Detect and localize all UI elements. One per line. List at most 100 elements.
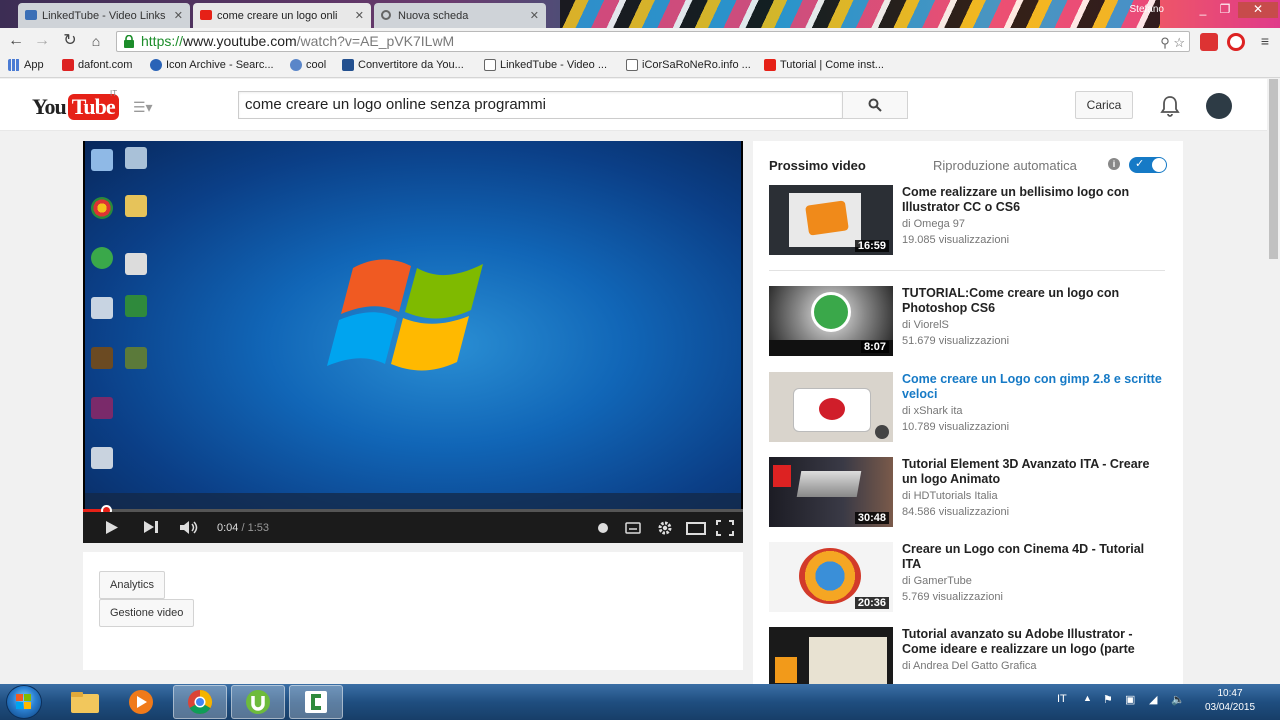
video-title[interactable]: TUTORIAL:Come creare un logo con Photosh… xyxy=(902,286,1162,316)
fullscreen-icon[interactable] xyxy=(716,520,734,536)
profile-name[interactable]: Stefano xyxy=(1130,4,1164,15)
scrollbar-thumb[interactable] xyxy=(1269,79,1278,259)
video-manager-button[interactable]: Gestione video xyxy=(99,599,195,627)
video-channel[interactable]: di Andrea Del Gatto Grafica xyxy=(902,660,1037,672)
video-title[interactable]: Tutorial avanzato su Adobe Illustrator -… xyxy=(902,627,1162,657)
zoom-icon[interactable]: ⚲ xyxy=(1160,35,1170,50)
close-tab-icon[interactable]: ✕ xyxy=(530,9,539,22)
user-avatar[interactable] xyxy=(1206,93,1232,119)
related-video[interactable]: Come creare un Logo con gimp 2.8 e scrit… xyxy=(769,372,1169,444)
desktop-minecraft-icon xyxy=(125,347,147,369)
volume-tray-icon[interactable]: 🔈 xyxy=(1171,693,1185,706)
address-bar[interactable]: https://www.youtube.com/watch?v=AE_pVK7I… xyxy=(116,31,1190,52)
related-video[interactable]: 16:59 Come realizzare un bellisimo logo … xyxy=(769,185,1169,257)
video-thumbnail[interactable]: 8:07 xyxy=(769,286,893,356)
video-channel[interactable]: di Omega 97 xyxy=(902,218,965,230)
watch-later-icon[interactable] xyxy=(875,425,889,439)
desktop-camtasia-icon xyxy=(125,295,147,317)
tab-linkedtube[interactable]: LinkedTube - Video Links ✕ xyxy=(18,3,190,28)
video-thumbnail[interactable]: 20:36 xyxy=(769,542,893,612)
thumbnail-art xyxy=(809,637,887,686)
bookmark-linkedtube[interactable]: LinkedTube - Video ... xyxy=(484,59,607,71)
bookmark-convertitore[interactable]: Convertitore da You... xyxy=(342,59,464,71)
video-title[interactable]: Come realizzare un bellisimo logo con Il… xyxy=(902,185,1162,215)
bookmark-star-icon[interactable]: ☆ xyxy=(1173,35,1185,50)
annotations-icon[interactable] xyxy=(597,522,609,534)
taskbar-chrome[interactable] xyxy=(173,685,227,719)
taskbar-media-player[interactable] xyxy=(114,685,168,719)
chrome-menu-icon[interactable]: ≡ xyxy=(1255,31,1275,51)
forward-arrow-icon[interactable]: → xyxy=(32,31,52,51)
volume-icon[interactable] xyxy=(179,520,199,535)
page-scrollbar[interactable] xyxy=(1267,79,1280,685)
video-duration: 30:48 xyxy=(854,512,889,524)
theater-mode-icon[interactable] xyxy=(686,522,706,535)
settings-gear-icon[interactable] xyxy=(657,520,673,536)
adblock-extension-icon[interactable] xyxy=(1200,33,1218,51)
video-thumbnail[interactable] xyxy=(769,627,893,686)
related-video[interactable]: Tutorial avanzato su Adobe Illustrator -… xyxy=(769,627,1169,686)
video-player[interactable]: 0:04 / 1:53 xyxy=(83,141,743,543)
bookmark-iconarchive[interactable]: Icon Archive - Searc... xyxy=(150,59,274,71)
search-input[interactable]: come creare un logo online senza program… xyxy=(238,91,842,119)
system-clock[interactable]: 10:47 03/04/2015 xyxy=(1198,687,1262,715)
video-channel[interactable]: di ViorelS xyxy=(902,319,949,331)
video-title[interactable]: Tutorial Element 3D Avanzato ITA - Crear… xyxy=(902,457,1162,487)
next-video-icon[interactable] xyxy=(143,520,159,534)
close-tab-icon[interactable]: ✕ xyxy=(174,9,183,22)
bookmarks-bar: App dafont.com Icon Archive - Searc... c… xyxy=(0,54,1280,78)
youtube-logo[interactable]: You Tube IT xyxy=(32,89,119,121)
bookmark-apps[interactable]: App xyxy=(8,59,44,71)
info-icon[interactable]: i xyxy=(1108,158,1120,170)
action-center-flag-icon[interactable]: ⚑ xyxy=(1103,693,1113,706)
captions-icon[interactable] xyxy=(625,522,641,534)
media-player-icon xyxy=(129,690,153,714)
back-arrow-icon[interactable]: ← xyxy=(6,31,26,51)
related-video[interactable]: 20:36 Creare un Logo con Cinema 4D - Tut… xyxy=(769,542,1169,614)
video-channel[interactable]: di HDTutorials Italia xyxy=(902,490,998,502)
video-thumbnail[interactable]: 16:59 xyxy=(769,185,893,255)
upload-button[interactable]: Carica xyxy=(1075,91,1133,119)
video-title[interactable]: Come creare un Logo con gimp 2.8 e scrit… xyxy=(902,372,1162,402)
device-icon[interactable]: ▣ xyxy=(1125,693,1135,706)
guide-menu-icon[interactable]: ☰▾ xyxy=(133,99,153,116)
analytics-button[interactable]: Analytics xyxy=(99,571,166,599)
video-thumbnail[interactable] xyxy=(769,372,893,442)
taskbar-explorer[interactable] xyxy=(58,685,112,719)
related-video[interactable]: 8:07 TUTORIAL:Come creare un logo con Ph… xyxy=(769,286,1169,358)
theme-artwork xyxy=(560,0,1160,28)
show-hidden-icons-icon[interactable]: ▲ xyxy=(1083,693,1092,703)
input-language[interactable]: IT xyxy=(1057,693,1067,705)
globe-icon xyxy=(290,59,302,71)
video-channel[interactable]: di GamerTube xyxy=(902,575,972,587)
close-tab-icon[interactable]: ✕ xyxy=(355,9,364,22)
network-signal-icon[interactable]: ◢ xyxy=(1149,693,1157,706)
autoplay-toggle[interactable]: ✓ xyxy=(1129,157,1167,173)
bookmark-tutorial[interactable]: Tutorial | Come inst... xyxy=(764,59,884,71)
notifications-bell-icon[interactable] xyxy=(1160,95,1180,117)
reload-icon[interactable]: ↻ xyxy=(60,31,80,51)
search-button[interactable] xyxy=(842,91,908,119)
bookmark-icorsaronero[interactable]: iCorSaRoNeRo.info ... xyxy=(626,59,751,71)
related-video[interactable]: 30:48 Tutorial Element 3D Avanzato ITA -… xyxy=(769,457,1169,529)
minimize-window-icon[interactable]: _ xyxy=(1192,2,1214,18)
video-title[interactable]: Creare un Logo con Cinema 4D - Tutorial … xyxy=(902,542,1162,572)
taskbar-utorrent[interactable] xyxy=(231,685,285,719)
power-extension-icon[interactable] xyxy=(1227,33,1245,51)
bookmark-dafont[interactable]: dafont.com xyxy=(62,59,132,71)
taskbar-camtasia[interactable] xyxy=(289,685,343,719)
home-icon[interactable]: ⌂ xyxy=(86,31,106,51)
video-thumbnail[interactable]: 30:48 xyxy=(769,457,893,527)
iconarchive-icon xyxy=(150,59,162,71)
maximize-window-icon[interactable]: ❐ xyxy=(1214,2,1236,18)
start-button[interactable] xyxy=(6,685,42,719)
tab-youtube-active[interactable]: come creare un logo onli ✕ xyxy=(193,3,371,28)
play-icon[interactable] xyxy=(105,520,119,535)
video-channel[interactable]: di xShark ita xyxy=(902,405,963,417)
toggle-knob xyxy=(1152,158,1166,172)
tab-new[interactable]: Nuova scheda ✕ xyxy=(374,3,546,28)
youtube-favicon-icon xyxy=(200,10,212,20)
bookmark-cool[interactable]: cool xyxy=(290,59,326,71)
close-window-icon[interactable]: ✕ xyxy=(1238,2,1278,18)
desktop-computer-icon xyxy=(91,149,113,171)
